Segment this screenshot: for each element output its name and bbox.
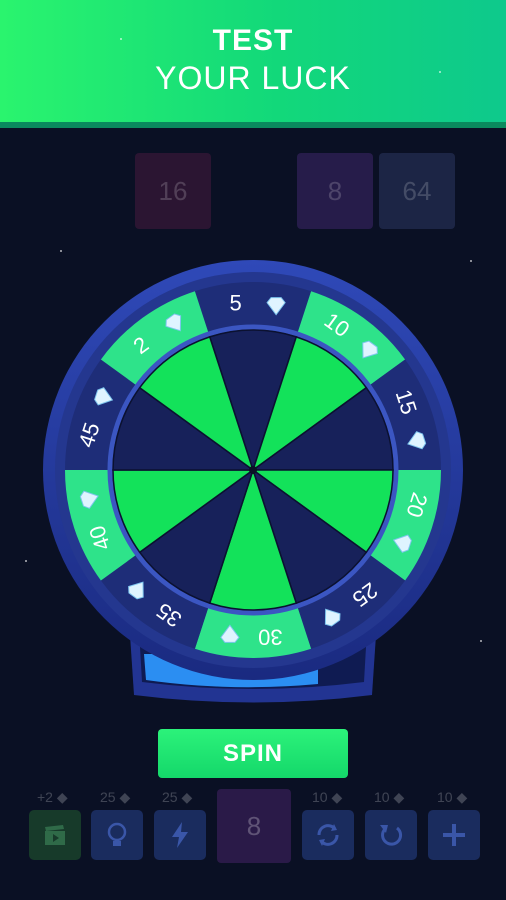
toolbar-center-tile: 8 [217,789,291,863]
tile-value: 64 [402,175,432,206]
tile-value: 8 [327,175,343,206]
wheel-hub [249,466,257,474]
board-tile: 8 [297,153,373,229]
star-decoration [120,38,122,40]
tool-cost: 10 ◆ [374,789,405,805]
add-button[interactable] [428,810,480,860]
lightning-icon [172,822,188,848]
diamond-icon: ◆ [56,789,68,805]
center-tile-value: 8 [246,810,262,841]
hint-button[interactable] [91,810,143,860]
tool-cost: 25 ◆ [162,789,193,805]
diamond-icon: ◆ [331,789,343,805]
diamond-icon: ◆ [393,789,405,805]
tool-cost: 25 ◆ [100,789,131,805]
diamond-icon: ◆ [119,789,131,805]
banner-title-line1: TEST [212,24,294,57]
diamond-icon: ◆ [456,789,468,805]
refresh-icon [317,824,339,846]
diamond-icon: ◆ [181,789,193,805]
tool-cost: 10 ◆ [312,789,343,805]
tool-cost: 10 ◆ [437,789,468,805]
spin-button[interactable]: SPIN [158,729,348,778]
plus-icon [443,824,465,846]
tile-value: 16 [158,175,188,206]
lightning-button[interactable] [154,810,206,860]
board-tile: 64 [379,153,455,229]
star-decoration [439,71,441,73]
video-clapper-icon [45,825,65,845]
board-tile: 16 [135,153,211,229]
undo-button[interactable] [365,810,417,860]
banner-title-line2: YOUR LUCK [155,60,351,96]
header-banner: TEST YOUR LUCK [0,0,506,122]
tool-cost: +2 ◆ [37,789,68,805]
lightbulb-icon [107,822,127,846]
shuffle-button[interactable] [302,810,354,860]
prize-wheel[interactable]: 510152025303540452 [0,240,506,710]
wheel-prize-label: 5 [230,291,242,316]
video-reward-button[interactable] [29,810,81,860]
undo-icon [380,825,402,846]
wheel-prize-label: 30 [258,624,282,649]
